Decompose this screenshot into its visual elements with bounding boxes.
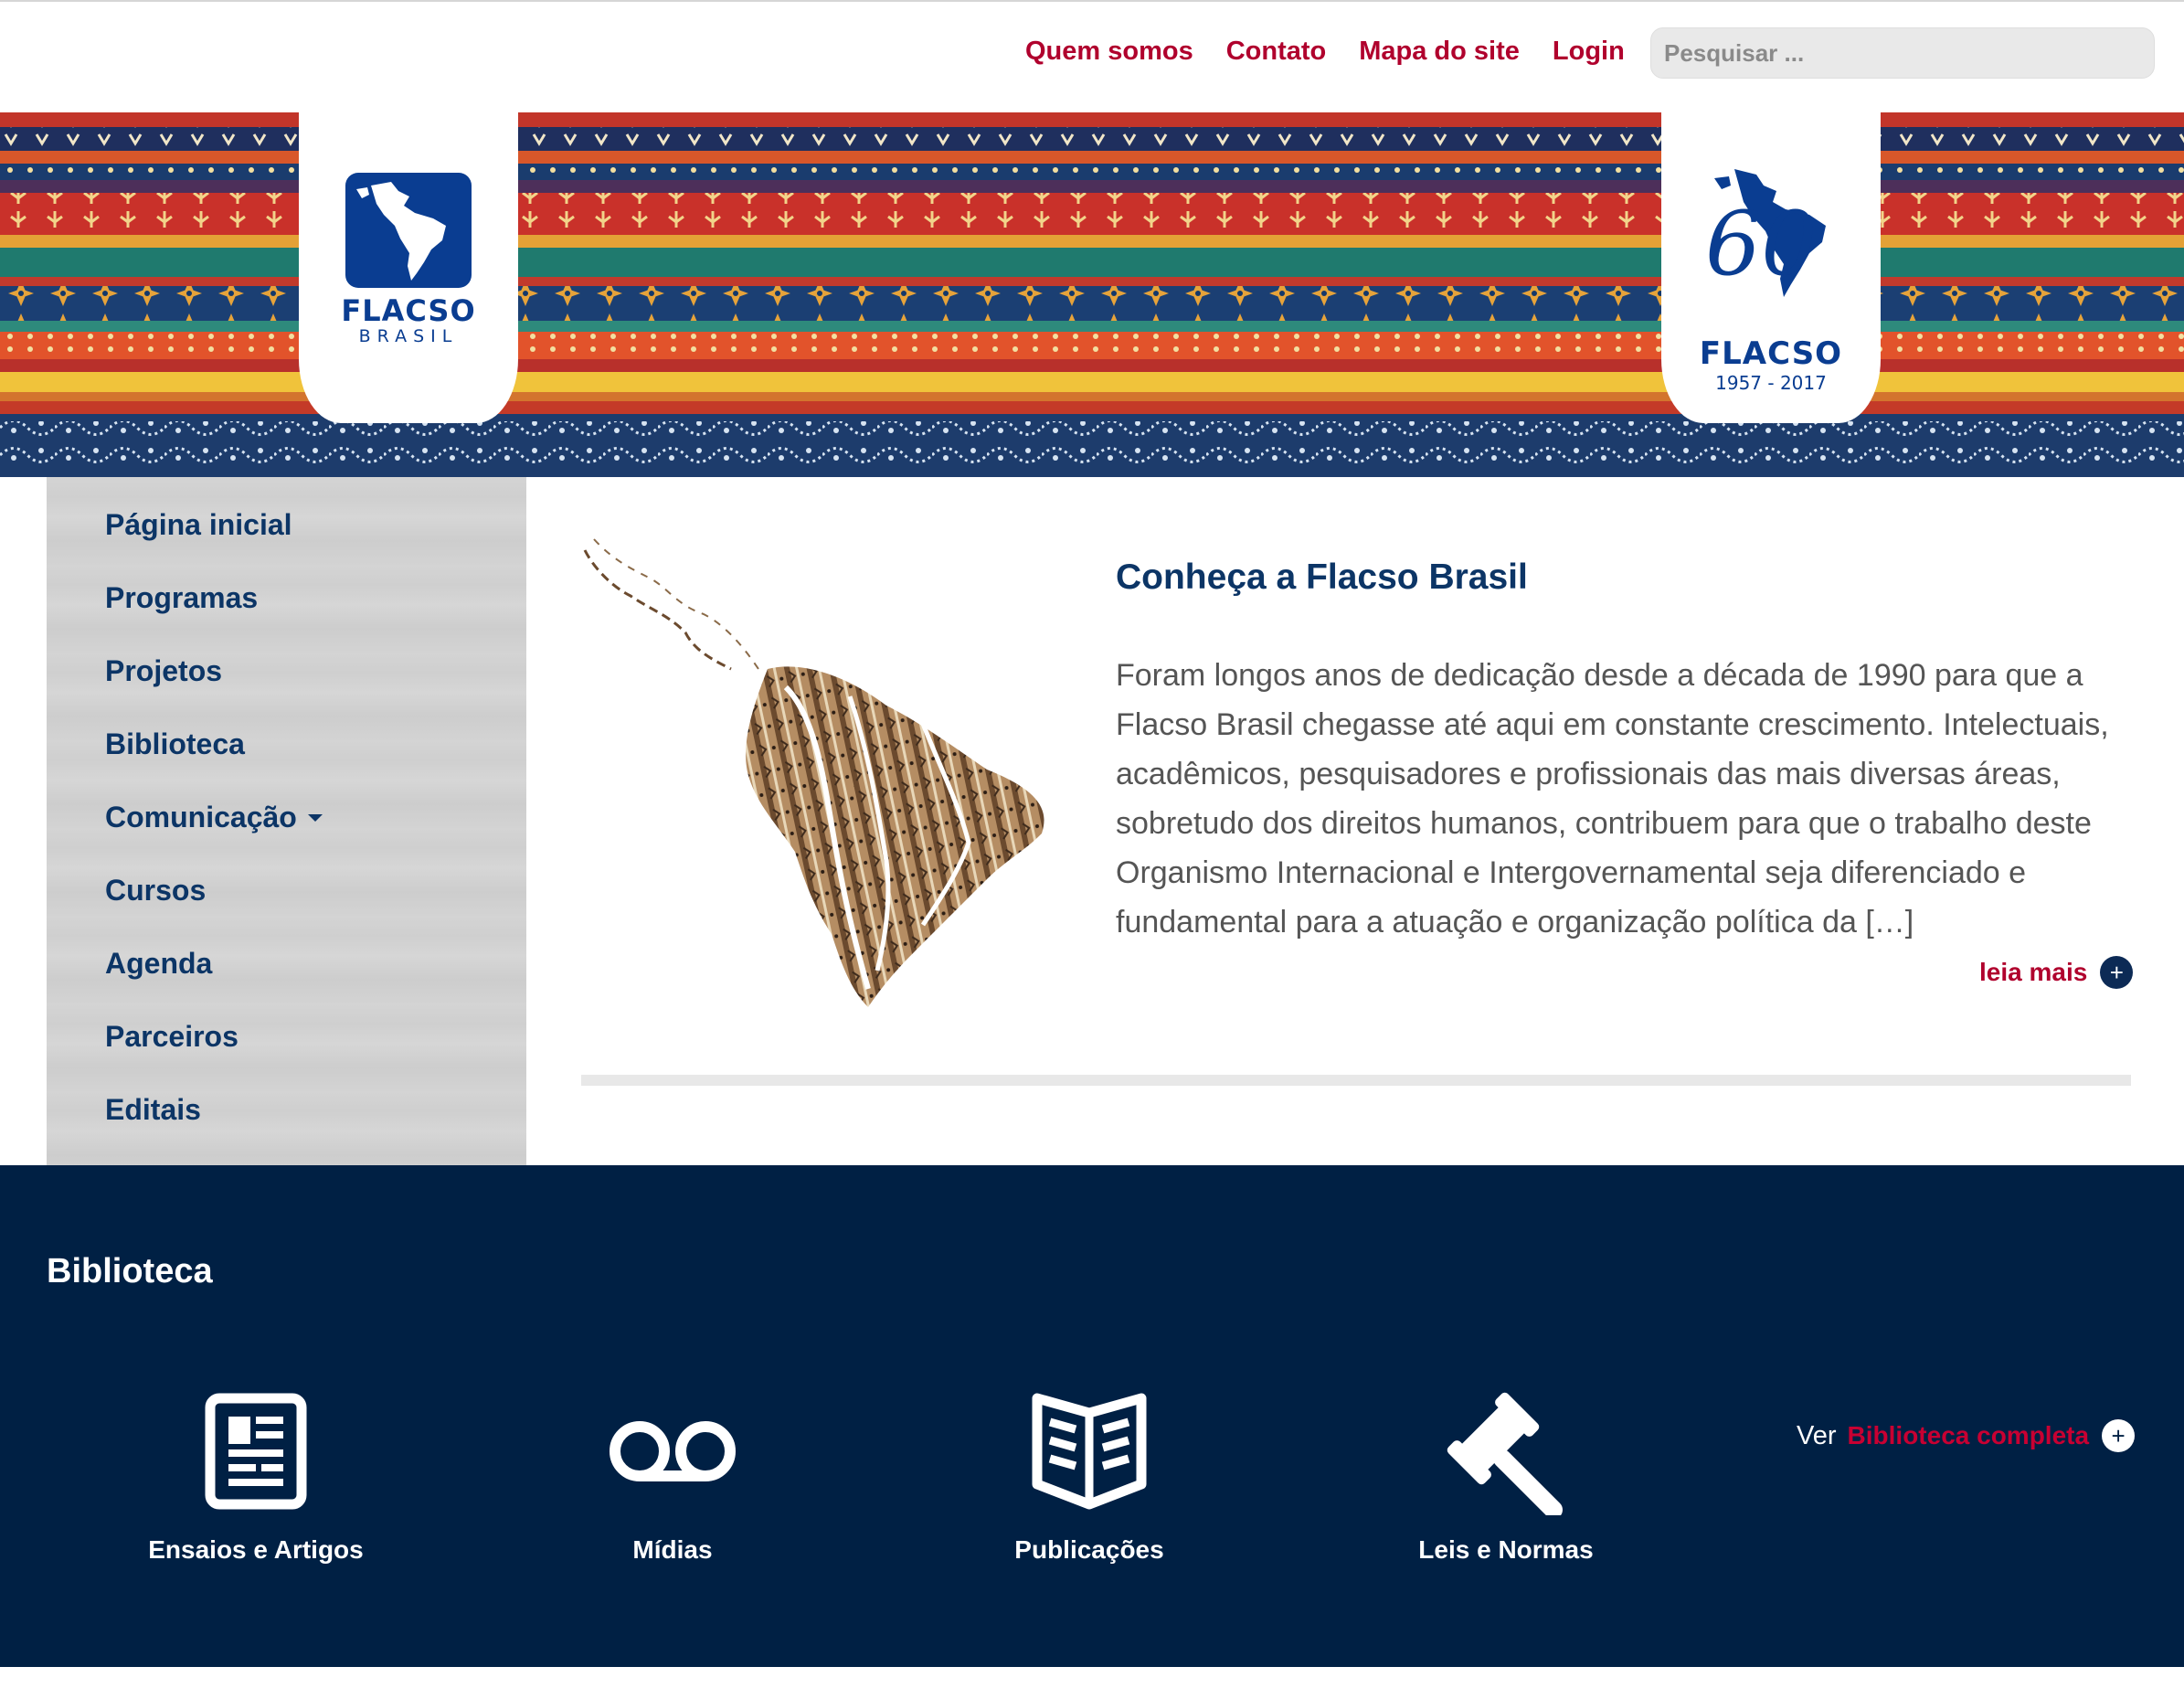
logo-left-word: FLACSO	[341, 293, 476, 328]
latin-america-map-icon	[345, 173, 472, 288]
anniversary-mark: 60	[1689, 165, 1853, 339]
sidebar-item-label[interactable]: Página inicial	[105, 506, 292, 543]
sidebar-item-cursos[interactable]: Cursos	[47, 872, 526, 945]
sidebar-item-label[interactable]: Programas	[105, 579, 258, 616]
newspaper-icon	[205, 1387, 307, 1515]
sidebar-item-editais[interactable]: Editais	[47, 1091, 526, 1164]
library-item-label: Leis e Normas	[1418, 1535, 1594, 1564]
caret-down-icon	[307, 813, 323, 822]
library-item-ensaios[interactable]: Ensaios e Artigos	[119, 1387, 393, 1565]
content-divider	[581, 1075, 2131, 1086]
library-item-label: Publicações	[1014, 1535, 1164, 1564]
quem-somos-link[interactable]: Quem somos	[1025, 35, 1193, 68]
sidebar-item-agenda[interactable]: Agenda	[47, 945, 526, 1018]
feature-excerpt: Foram longos anos de dedicação desde a d…	[1116, 658, 2109, 940]
sidebar-item-parceiros[interactable]: Parceiros	[47, 1018, 526, 1091]
sidebar-item-label[interactable]: Cursos	[105, 872, 206, 908]
login-link[interactable]: Login	[1553, 35, 1625, 68]
sidebar-item-pagina-inicial[interactable]: Página inicial	[47, 506, 526, 579]
library-item-publicacoes[interactable]: Publicações	[952, 1387, 1226, 1565]
library-item-label: Ensaios e Artigos	[148, 1535, 364, 1564]
sidebar-item-label[interactable]: Biblioteca	[105, 726, 245, 762]
read-more[interactable]: leia mais +	[1979, 956, 2134, 989]
sidebar-item-biblioteca[interactable]: Biblioteca	[47, 726, 526, 799]
flacso-60-anniversary-logo[interactable]: 60 FLACSO 1957 - 2017	[1661, 112, 1881, 423]
library-item-midias[interactable]: Mídias	[535, 1387, 810, 1565]
logo-right-word: FLACSO	[1699, 335, 1843, 372]
plus-circle-icon[interactable]: +	[2102, 1419, 2136, 1452]
logo-right-years: 1957 - 2017	[1715, 372, 1827, 394]
sidebar-item-label[interactable]: Agenda	[105, 945, 212, 982]
header-banner: FLACSO BRASIL 60 FLACSO 1957 - 2017	[0, 112, 2184, 477]
sidebar-item-label[interactable]: Parceiros	[105, 1018, 239, 1055]
library-item-leis[interactable]: Leis e Normas	[1369, 1387, 1643, 1565]
sidebar-item-comunicacao[interactable]: Comunicação	[47, 799, 526, 872]
contato-link[interactable]: Contato	[1226, 35, 1327, 68]
sidebar-item-label[interactable]: Editais	[105, 1091, 201, 1128]
read-more-link[interactable]: leia mais	[1979, 958, 2087, 987]
library-more-link[interactable]: Biblioteca completa	[1848, 1421, 2090, 1450]
gavel-icon	[1442, 1387, 1570, 1515]
plus-circle-icon[interactable]: +	[2100, 956, 2134, 989]
south-america-tapestry-image[interactable]	[576, 532, 1069, 1016]
library-item-label: Mídias	[632, 1535, 713, 1564]
mapa-do-site-link[interactable]: Mapa do site	[1359, 35, 1520, 68]
library-more-prefix: Ver	[1797, 1420, 1837, 1450]
utility-nav: Quem somos Contato Mapa do site Login	[1025, 35, 1658, 68]
feature-title[interactable]: Conheça a Flacso Brasil	[1116, 557, 1528, 598]
sidebar-item-label[interactable]: Comunicação	[105, 799, 323, 835]
search-input[interactable]	[1650, 27, 2155, 79]
top-bar: Quem somos Contato Mapa do site Login	[0, 0, 2184, 111]
sidebar-item-programas[interactable]: Programas	[47, 579, 526, 653]
sidebar-item-projetos[interactable]: Projetos	[47, 653, 526, 726]
flacso-brasil-logo[interactable]: FLACSO BRASIL	[299, 112, 518, 423]
library-title: Biblioteca	[47, 1252, 213, 1290]
library-section: Biblioteca Ensaios e Artigos Mídias Publ…	[0, 1165, 2184, 1667]
open-book-icon	[1030, 1387, 1149, 1515]
sidebar-item-label[interactable]: Projetos	[105, 653, 222, 689]
logo-left-sub: BRASIL	[358, 326, 459, 346]
sidebar-nav: Página inicial Programas Projetos Biblio…	[47, 477, 526, 1165]
anniversary-number: 60	[1705, 193, 1818, 295]
sidebar-item-text: Comunicação	[105, 801, 297, 833]
voicemail-icon	[609, 1387, 737, 1515]
library-full-link[interactable]: Ver Biblioteca completa +	[1797, 1419, 2136, 1452]
